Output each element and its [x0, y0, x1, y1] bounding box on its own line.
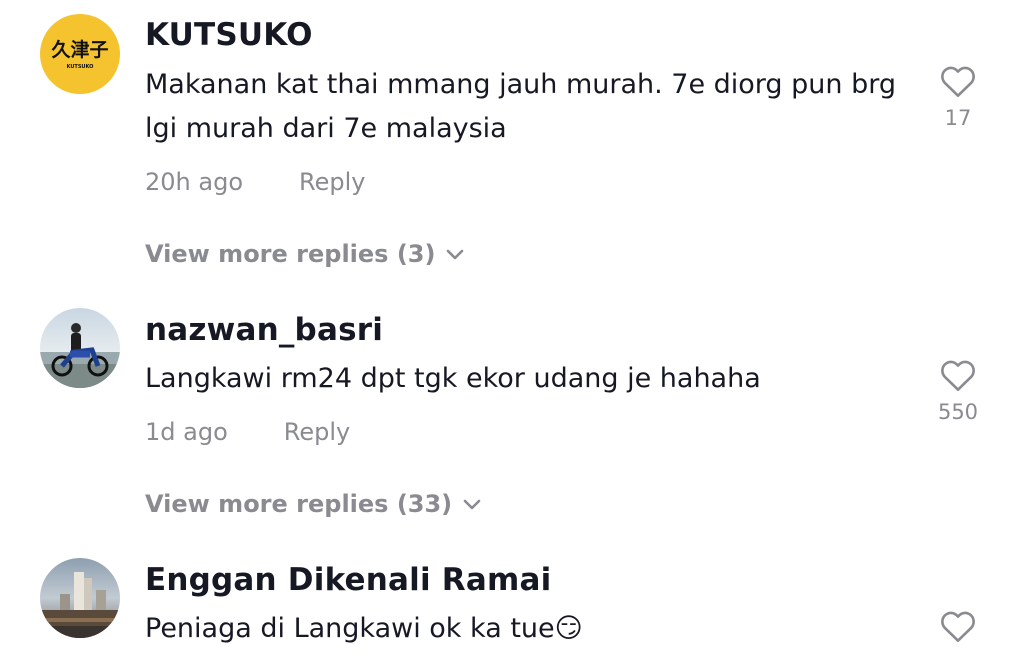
heart-outline-icon — [941, 66, 975, 97]
like-button[interactable]: 17 — [918, 64, 998, 130]
comment-username[interactable]: KUTSUKO — [145, 17, 313, 53]
like-count: 550 — [937, 400, 979, 424]
comment-text: Peniaga di Langkawi ok ka tue😏 — [145, 613, 583, 644]
reply-button[interactable]: Reply — [284, 418, 350, 446]
like-button[interactable]: 550 — [918, 358, 998, 424]
view-more-replies-label: View more replies (3) — [145, 240, 436, 268]
avatar-logo-text: 久津子 — [51, 38, 108, 61]
avatar[interactable]: 久津子 KUTSUKO — [40, 14, 120, 94]
heart-outline-icon — [941, 360, 975, 391]
like-button[interactable] — [918, 609, 998, 643]
view-more-replies-button[interactable]: View more replies (3) — [145, 240, 465, 268]
reply-button[interactable]: Reply — [299, 168, 365, 196]
comment-text: Langkawi rm24 dpt tgk ekor udang je haha… — [145, 363, 761, 394]
comment-time: 1d ago — [145, 418, 228, 446]
avatar-photo — [40, 308, 120, 388]
view-more-replies-button[interactable]: View more replies (33) — [145, 490, 482, 518]
avatar[interactable] — [40, 308, 120, 388]
avatar-logo-subtext: KUTSUKO — [67, 64, 94, 70]
view-more-replies-label: View more replies (33) — [145, 490, 453, 518]
avatar-photo — [40, 558, 120, 638]
like-count: 17 — [944, 106, 972, 130]
comment-meta: 20h ago Reply — [145, 168, 365, 196]
chevron-down-icon — [463, 499, 481, 510]
comment-username[interactable]: Enggan Dikenali Ramai — [145, 562, 551, 598]
heart-outline-icon — [941, 611, 975, 642]
comment-text: Makanan kat thai mmang jauh murah. 7e di… — [145, 69, 897, 144]
chevron-down-icon — [447, 249, 464, 260]
comment-meta: 1d ago Reply — [145, 418, 350, 446]
avatar[interactable] — [40, 558, 120, 638]
comment-time: 20h ago — [145, 168, 244, 196]
comment-username[interactable]: nazwan_basri — [145, 312, 383, 348]
